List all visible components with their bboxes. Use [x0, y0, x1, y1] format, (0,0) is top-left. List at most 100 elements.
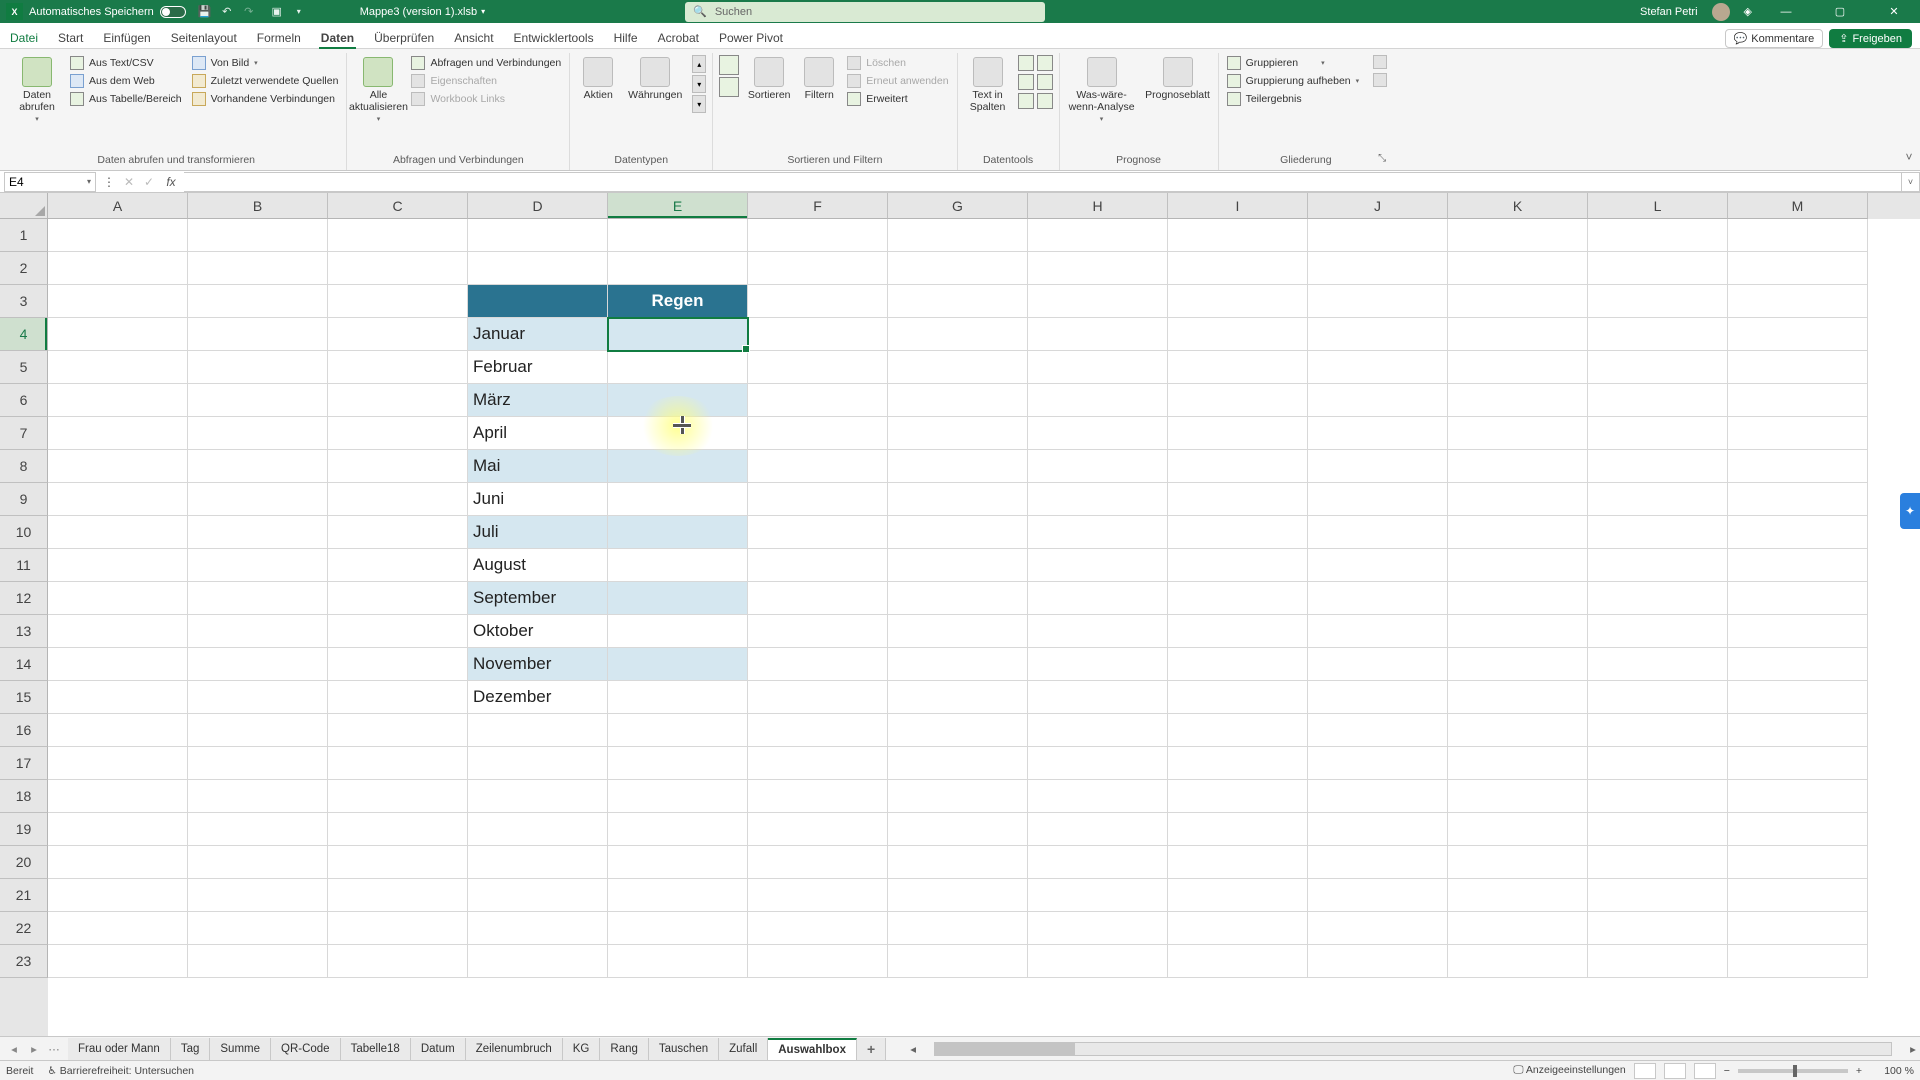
cell-E19[interactable] — [608, 813, 748, 846]
cell-B10[interactable] — [188, 516, 328, 549]
cell-B7[interactable] — [188, 417, 328, 450]
cell-C9[interactable] — [328, 483, 468, 516]
cell-M23[interactable] — [1728, 945, 1868, 978]
collapse-ribbon-button[interactable]: ˅ — [1898, 49, 1920, 170]
cell-A3[interactable] — [48, 285, 188, 318]
cell-J13[interactable] — [1308, 615, 1448, 648]
cell-F20[interactable] — [748, 846, 888, 879]
cell-K18[interactable] — [1448, 780, 1588, 813]
cell-I18[interactable] — [1168, 780, 1308, 813]
qat-customize-icon[interactable]: ▾ — [288, 1, 310, 23]
cell-E5[interactable] — [608, 351, 748, 384]
display-settings-button[interactable]: 🖵 Anzeigeeinstellungen — [1513, 1064, 1625, 1077]
from-image-button[interactable]: Von Bild ▾ — [190, 55, 341, 71]
cell-L22[interactable] — [1588, 912, 1728, 945]
cell-G19[interactable] — [888, 813, 1028, 846]
document-title[interactable]: Mappe3 (version 1).xlsb ▾ — [360, 6, 485, 18]
cell-F11[interactable] — [748, 549, 888, 582]
cell-L11[interactable] — [1588, 549, 1728, 582]
sheet-tab-zufall[interactable]: Zufall — [719, 1038, 768, 1060]
scroll-right-icon[interactable]: ▸ — [1906, 1042, 1920, 1056]
show-detail-icon[interactable] — [1373, 55, 1387, 69]
cell-J2[interactable] — [1308, 252, 1448, 285]
cell-C12[interactable] — [328, 582, 468, 615]
cell-H4[interactable] — [1028, 318, 1168, 351]
cell-E23[interactable] — [608, 945, 748, 978]
from-web-button[interactable]: Aus dem Web — [68, 73, 184, 89]
cell-G3[interactable] — [888, 285, 1028, 318]
cell-A19[interactable] — [48, 813, 188, 846]
cell-B17[interactable] — [188, 747, 328, 780]
cell-M21[interactable] — [1728, 879, 1868, 912]
cell-D12[interactable]: September — [468, 582, 608, 615]
cell-H18[interactable] — [1028, 780, 1168, 813]
menu-tab-hilfe[interactable]: Hilfe — [604, 27, 648, 48]
cell-C7[interactable] — [328, 417, 468, 450]
text-to-columns-button[interactable]: Text in Spalten — [964, 55, 1012, 113]
cell-E8[interactable] — [608, 450, 748, 483]
cell-B3[interactable] — [188, 285, 328, 318]
menu-tab-einfügen[interactable]: Einfügen — [93, 27, 160, 48]
normal-view-button[interactable] — [1634, 1063, 1656, 1079]
cell-B8[interactable] — [188, 450, 328, 483]
cell-J7[interactable] — [1308, 417, 1448, 450]
column-header-C[interactable]: C — [328, 193, 468, 219]
cell-G12[interactable] — [888, 582, 1028, 615]
cell-L7[interactable] — [1588, 417, 1728, 450]
spreadsheet-grid[interactable]: ABCDEFGHIJKLM 12345678910111213141516171… — [0, 193, 1920, 1036]
column-header-A[interactable]: A — [48, 193, 188, 219]
from-text-csv-button[interactable]: Aus Text/CSV — [68, 55, 184, 71]
from-table-button[interactable]: Aus Tabelle/Bereich — [68, 91, 184, 107]
cell-K5[interactable] — [1448, 351, 1588, 384]
cell-E2[interactable] — [608, 252, 748, 285]
cell-A17[interactable] — [48, 747, 188, 780]
cell-E6[interactable] — [608, 384, 748, 417]
page-layout-view-button[interactable] — [1664, 1063, 1686, 1079]
cell-D4[interactable]: Januar — [468, 318, 608, 351]
cell-H16[interactable] — [1028, 714, 1168, 747]
cell-G20[interactable] — [888, 846, 1028, 879]
group-button[interactable]: Gruppieren ▾ — [1225, 55, 1362, 71]
cell-E1[interactable] — [608, 219, 748, 252]
row-header-17[interactable]: 17 — [0, 747, 48, 780]
diamond-icon[interactable]: ◈ — [1744, 5, 1752, 18]
scroll-up-icon[interactable]: ▴ — [692, 55, 706, 73]
cell-F15[interactable] — [748, 681, 888, 714]
cell-D6[interactable]: März — [468, 384, 608, 417]
cell-I10[interactable] — [1168, 516, 1308, 549]
data-model-button[interactable] — [1037, 93, 1053, 109]
cell-B15[interactable] — [188, 681, 328, 714]
refresh-all-button[interactable]: Alle aktualisieren ▾ — [353, 55, 403, 123]
cell-C18[interactable] — [328, 780, 468, 813]
cell-D20[interactable] — [468, 846, 608, 879]
zoom-level[interactable]: 100 % — [1870, 1065, 1914, 1077]
cell-C6[interactable] — [328, 384, 468, 417]
zoom-slider[interactable] — [1738, 1069, 1848, 1073]
expand-icon[interactable]: ▾ — [692, 95, 706, 113]
row-header-3[interactable]: 3 — [0, 285, 48, 318]
column-header-F[interactable]: F — [748, 193, 888, 219]
cell-L18[interactable] — [1588, 780, 1728, 813]
minimize-button[interactable]: — — [1766, 0, 1806, 23]
cell-H23[interactable] — [1028, 945, 1168, 978]
cell-M2[interactable] — [1728, 252, 1868, 285]
cell-K14[interactable] — [1448, 648, 1588, 681]
get-data-button[interactable]: Daten abrufen ▾ — [12, 55, 62, 123]
cell-D22[interactable] — [468, 912, 608, 945]
cell-G7[interactable] — [888, 417, 1028, 450]
cell-M17[interactable] — [1728, 747, 1868, 780]
cell-I23[interactable] — [1168, 945, 1308, 978]
cell-A4[interactable] — [48, 318, 188, 351]
cell-F7[interactable] — [748, 417, 888, 450]
cell-C20[interactable] — [328, 846, 468, 879]
cell-H12[interactable] — [1028, 582, 1168, 615]
cell-H15[interactable] — [1028, 681, 1168, 714]
cell-I5[interactable] — [1168, 351, 1308, 384]
cell-A1[interactable] — [48, 219, 188, 252]
cell-I15[interactable] — [1168, 681, 1308, 714]
cell-F2[interactable] — [748, 252, 888, 285]
horizontal-scrollbar[interactable]: ◂ ▸ — [906, 1042, 1920, 1056]
sheet-tab-frau-oder-mann[interactable]: Frau oder Mann — [68, 1038, 171, 1060]
cell-M10[interactable] — [1728, 516, 1868, 549]
cell-A6[interactable] — [48, 384, 188, 417]
